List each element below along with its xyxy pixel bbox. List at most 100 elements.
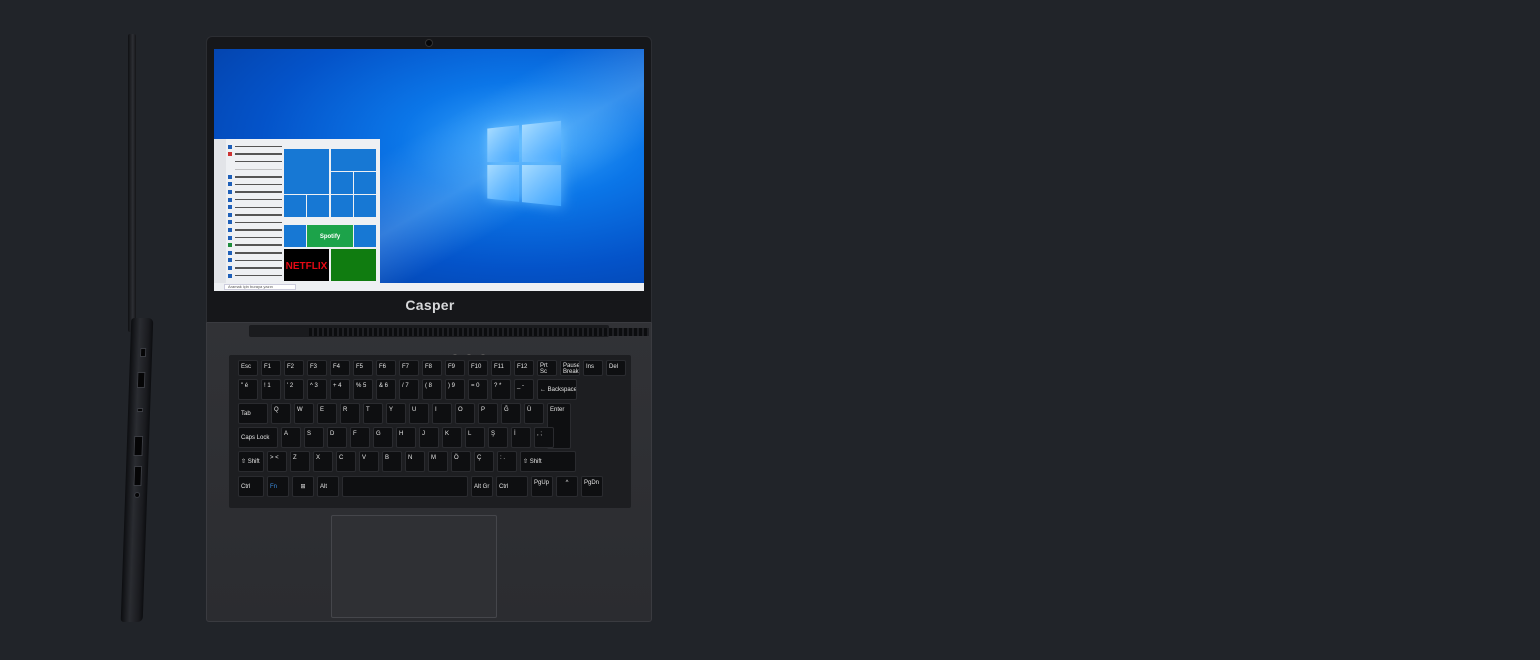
key-quote[interactable]: " é [238,379,258,400]
key-f10[interactable]: F10 [468,360,488,376]
key-f8[interactable]: F8 [422,360,442,376]
keyboard-row-bottom: Ctrl Fn ⊞ Alt Alt Gr Ctrl PgUp ^ PgDn [238,476,603,497]
key-period[interactable]: : . [497,451,517,472]
tile-weather[interactable] [354,195,376,217]
key-f7[interactable]: F7 [399,360,419,376]
start-app-list[interactable] [228,143,282,280]
key-capslock[interactable]: Caps Lock [238,427,278,448]
key-d[interactable]: D [327,427,347,448]
key-b[interactable]: B [382,451,402,472]
tile-security[interactable] [284,225,306,247]
key-angle[interactable]: > < [267,451,287,472]
key-1[interactable]: ! 1 [261,379,281,400]
key-v[interactable]: V [359,451,379,472]
key-i-dot[interactable]: İ [511,427,531,448]
key-f3[interactable]: F3 [307,360,327,376]
key-c-cedilla[interactable]: Ç [474,451,494,472]
key-backspace[interactable]: ← Backspace [537,379,577,400]
arrow-up-icon[interactable]: ^ [556,476,578,497]
key-2[interactable]: ' 2 [284,379,304,400]
key-f2[interactable]: F2 [284,360,304,376]
key-minus[interactable]: _ - [514,379,534,400]
key-3[interactable]: ^ 3 [307,379,327,400]
keyboard-row-home: Caps Lock A S D F G H J K L Ş İ , ; [238,427,554,448]
key-fn[interactable]: Fn [267,476,289,497]
tile-camera[interactable] [331,195,353,217]
tile-mail[interactable] [284,149,329,194]
key-y[interactable]: Y [386,403,406,424]
key-alt[interactable]: Alt [317,476,339,497]
key-altgr[interactable]: Alt Gr [471,476,493,497]
key-a[interactable]: A [281,427,301,448]
key-j[interactable]: J [419,427,439,448]
windows-key-icon[interactable]: ⊞ [292,476,314,497]
key-l[interactable]: L [465,427,485,448]
key-pgup[interactable]: PgUp [531,476,553,497]
key-7[interactable]: / 7 [399,379,419,400]
tile-onedrive[interactable] [307,195,329,217]
key-pause[interactable]: Pause Break [560,360,580,376]
key-m[interactable]: M [428,451,448,472]
key-f9[interactable]: F9 [445,360,465,376]
key-f11[interactable]: F11 [491,360,511,376]
key-u[interactable]: U [409,403,429,424]
tile-store[interactable] [331,172,353,194]
key-w[interactable]: W [294,403,314,424]
tile-netflix[interactable]: NETFLIX [284,249,329,281]
key-s[interactable]: S [304,427,324,448]
key-f[interactable]: F [350,427,370,448]
key-comma[interactable]: , ; [534,427,554,448]
key-left-shift[interactable]: ⇧ Shift [238,451,264,472]
key-prtsc[interactable]: Prt Sc SysRq [537,360,557,376]
key-f1[interactable]: F1 [261,360,281,376]
key-0[interactable]: = 0 [468,379,488,400]
key-6[interactable]: & 6 [376,379,396,400]
key-5[interactable]: % 5 [353,379,373,400]
key-f6[interactable]: F6 [376,360,396,376]
key-t[interactable]: T [363,403,383,424]
key-x[interactable]: X [313,451,333,472]
key-r[interactable]: R [340,403,360,424]
key-pgdn[interactable]: PgDn [581,476,603,497]
key-4[interactable]: + 4 [330,379,350,400]
key-del[interactable]: Del [606,360,626,376]
key-e[interactable]: E [317,403,337,424]
tile-xbox[interactable] [331,249,376,281]
key-i[interactable]: I [432,403,452,424]
key-q[interactable]: Q [271,403,291,424]
key-star[interactable]: ? * [491,379,511,400]
key-o-umlaut[interactable]: Ö [451,451,471,472]
key-8[interactable]: ( 8 [422,379,442,400]
start-menu[interactable]: Spotify NETFLIX [214,139,380,283]
key-o[interactable]: O [455,403,475,424]
key-right-shift[interactable]: ⇧ Shift [520,451,576,472]
key-g-breve[interactable]: Ğ [501,403,521,424]
key-9[interactable]: ) 9 [445,379,465,400]
key-f5[interactable]: F5 [353,360,373,376]
key-k[interactable]: K [442,427,462,448]
key-s-cedilla[interactable]: Ş [488,427,508,448]
key-f4[interactable]: F4 [330,360,350,376]
key-f12[interactable]: F12 [514,360,534,376]
taskbar-search-input[interactable]: Aramak için buraya yazın [224,284,296,290]
key-ctrl-left[interactable]: Ctrl [238,476,264,497]
key-space[interactable] [342,476,468,497]
key-tab[interactable]: Tab [238,403,268,424]
key-u-umlaut[interactable]: Ü [524,403,544,424]
key-ctrl-right[interactable]: Ctrl [496,476,528,497]
key-h[interactable]: H [396,427,416,448]
key-c[interactable]: C [336,451,356,472]
key-n[interactable]: N [405,451,425,472]
key-ins[interactable]: Ins [583,360,603,376]
tile-photos[interactable] [331,149,376,171]
key-g[interactable]: G [373,427,393,448]
tile-office[interactable] [354,172,376,194]
key-p[interactable]: P [478,403,498,424]
key-esc[interactable]: Esc [238,360,258,376]
tile-edge[interactable] [284,195,306,217]
start-menu-rail [214,139,226,283]
key-z[interactable]: Z [290,451,310,472]
touchpad[interactable] [331,515,497,618]
tile-movies[interactable] [354,225,376,247]
tile-spotify[interactable]: Spotify [307,225,353,247]
